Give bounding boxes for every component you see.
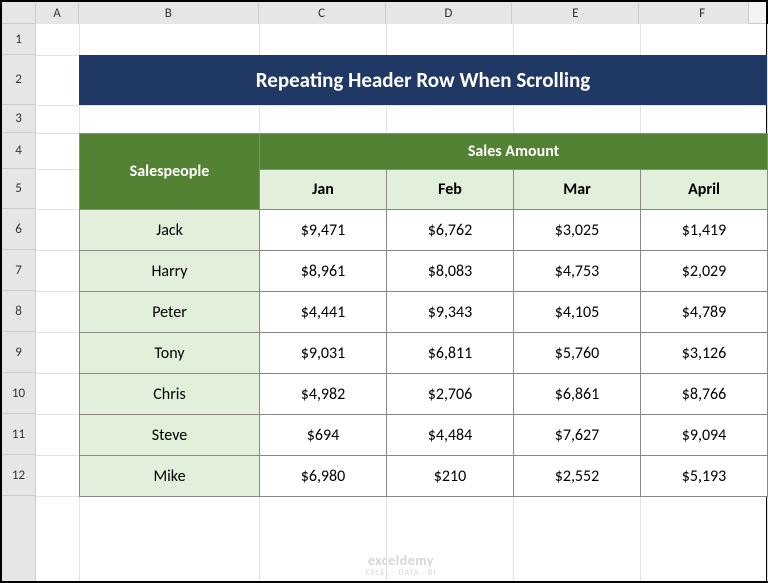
row-header-5[interactable]: 5 <box>2 169 35 209</box>
cell-value[interactable]: $3,126 <box>641 333 768 374</box>
table-row: Peter$4,441$9,343$4,105$4,789 <box>80 292 768 333</box>
cell-value[interactable]: $6,861 <box>514 374 641 415</box>
column-header-edge <box>748 2 766 24</box>
cell-value[interactable]: $9,343 <box>387 292 514 333</box>
cell-value[interactable]: $4,753 <box>514 251 641 292</box>
cell-value[interactable]: $6,762 <box>387 210 514 251</box>
column-header-F[interactable]: F <box>639 2 766 24</box>
column-header-A[interactable]: A <box>36 2 79 24</box>
cell-value[interactable]: $9,471 <box>260 210 387 251</box>
column-header-C[interactable]: C <box>259 2 386 24</box>
cell-value[interactable]: $7,627 <box>514 415 641 456</box>
cell-value[interactable]: $8,961 <box>260 251 387 292</box>
column-header-B[interactable]: B <box>79 2 259 24</box>
row-header-8[interactable]: 8 <box>2 291 35 332</box>
column-header-strip: ABCDEF <box>2 2 766 24</box>
row-header-10[interactable]: 10 <box>2 373 35 414</box>
row-header-11[interactable]: 11 <box>2 414 35 455</box>
table-row: Chris$4,982$2,706$6,861$8,766 <box>80 374 768 415</box>
header-month-mar: Mar <box>514 170 641 210</box>
header-sales-amount: Sales Amount <box>260 134 768 170</box>
cells-area[interactable]: Repeating Header Row When Scrolling Sale… <box>36 24 766 581</box>
cell-value[interactable]: $4,441 <box>260 292 387 333</box>
cell-value[interactable]: $6,980 <box>260 456 387 497</box>
header-salespeople: Salespeople <box>80 134 260 210</box>
row-header-12[interactable]: 12 <box>2 455 35 496</box>
cell-value[interactable]: $9,094 <box>641 415 768 456</box>
cell-name[interactable]: Jack <box>80 210 260 251</box>
cell-name[interactable]: Chris <box>80 374 260 415</box>
row-header-2[interactable]: 2 <box>2 55 35 105</box>
spreadsheet-view: ABCDEF 123456789101112 Repeating Header … <box>2 2 766 581</box>
cell-value[interactable]: $8,766 <box>641 374 768 415</box>
cell-value[interactable]: $5,760 <box>514 333 641 374</box>
title-banner: Repeating Header Row When Scrolling <box>79 55 767 105</box>
column-header-D[interactable]: D <box>386 2 513 24</box>
cell-value[interactable]: $2,552 <box>514 456 641 497</box>
cell-value[interactable]: $4,982 <box>260 374 387 415</box>
cell-value[interactable]: $694 <box>260 415 387 456</box>
row-header-3[interactable]: 3 <box>2 105 35 133</box>
table-row: Steve$694$4,484$7,627$9,094 <box>80 415 768 456</box>
cell-value[interactable]: $9,031 <box>260 333 387 374</box>
cell-name[interactable]: Tony <box>80 333 260 374</box>
cell-value[interactable]: $8,083 <box>387 251 514 292</box>
row-header-1[interactable]: 1 <box>2 24 35 55</box>
row-header-6[interactable]: 6 <box>2 209 35 250</box>
cell-value[interactable]: $3,025 <box>514 210 641 251</box>
cell-name[interactable]: Mike <box>80 456 260 497</box>
cell-name[interactable]: Steve <box>80 415 260 456</box>
row-header-7[interactable]: 7 <box>2 250 35 291</box>
header-month-april: April <box>641 170 768 210</box>
row-header-9[interactable]: 9 <box>2 332 35 373</box>
cell-value[interactable]: $4,105 <box>514 292 641 333</box>
cell-value[interactable]: $210 <box>387 456 514 497</box>
cell-value[interactable]: $2,706 <box>387 374 514 415</box>
column-header-E[interactable]: E <box>512 2 639 24</box>
header-month-jan: Jan <box>260 170 387 210</box>
cell-value[interactable]: $5,193 <box>641 456 768 497</box>
cell-value[interactable]: $4,789 <box>641 292 768 333</box>
row-header-4[interactable]: 4 <box>2 133 35 169</box>
cell-value[interactable]: $6,811 <box>387 333 514 374</box>
row-header-strip: 123456789101112 <box>2 24 36 581</box>
data-table: SalespeopleSales AmountJanFebMarAprilJac… <box>79 133 768 497</box>
select-all-corner[interactable] <box>2 2 36 24</box>
header-month-feb: Feb <box>387 170 514 210</box>
cell-value[interactable]: $1,419 <box>641 210 768 251</box>
cell-value[interactable]: $4,484 <box>387 415 514 456</box>
cell-value[interactable]: $2,029 <box>641 251 768 292</box>
cell-name[interactable]: Harry <box>80 251 260 292</box>
content-layer: Repeating Header Row When Scrolling Sale… <box>36 24 766 581</box>
table-row: Mike$6,980$210$2,552$5,193 <box>80 456 768 497</box>
table-row: Harry$8,961$8,083$4,753$2,029 <box>80 251 768 292</box>
table-row: Jack$9,471$6,762$3,025$1,419 <box>80 210 768 251</box>
table-row: Tony$9,031$6,811$5,760$3,126 <box>80 333 768 374</box>
cell-name[interactable]: Peter <box>80 292 260 333</box>
